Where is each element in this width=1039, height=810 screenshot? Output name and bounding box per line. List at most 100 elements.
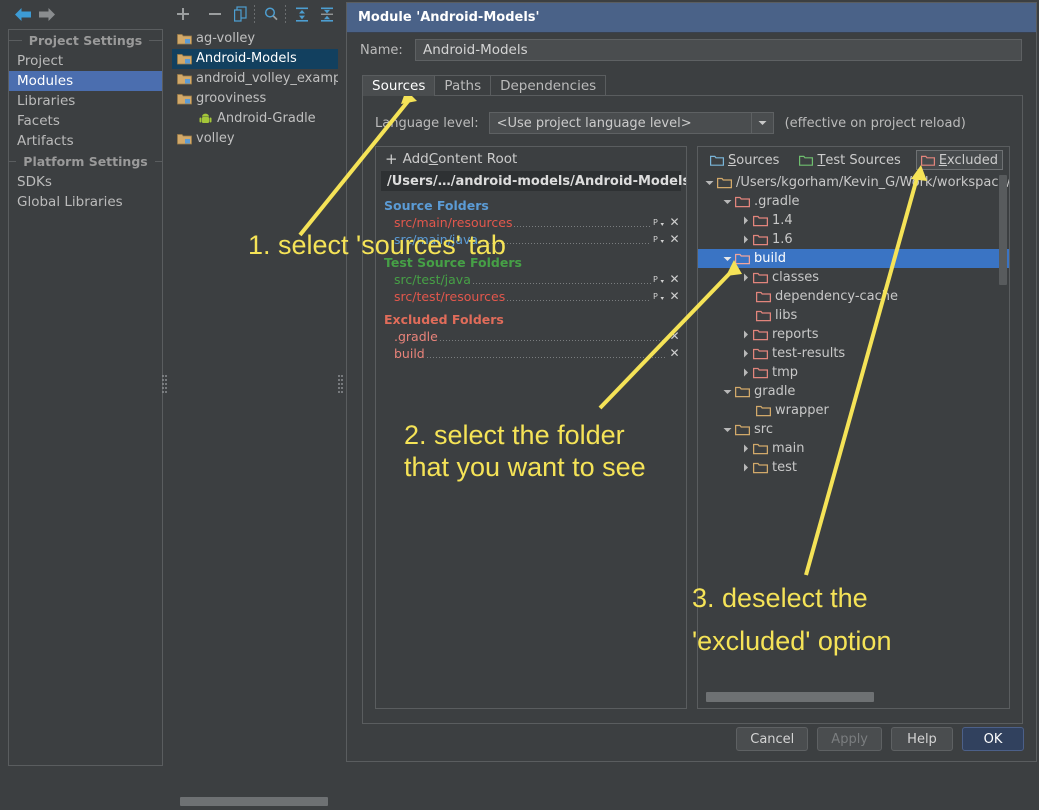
tree-node-label: test	[772, 460, 797, 475]
tree-row[interactable]: test-results	[698, 344, 1009, 363]
source-folder-row[interactable]: src/main/resources P ✕	[376, 214, 686, 231]
tree-row[interactable]: .gradle	[698, 192, 1009, 211]
twisty-right-icon[interactable]	[738, 268, 753, 287]
tree-row[interactable]: gradle	[698, 382, 1009, 401]
tree-row[interactable]: libs	[698, 306, 1009, 325]
tree-row[interactable]: 1.4	[698, 211, 1009, 230]
mark-as-excluded-button[interactable]: Excluded	[915, 150, 1004, 170]
remove-excluded-folder-icon[interactable]: ✕	[669, 347, 680, 359]
tree-row[interactable]: classes	[698, 268, 1009, 287]
forward-arrow-icon[interactable]	[38, 7, 56, 22]
module-facet-item[interactable]: Android-Gradle	[172, 109, 338, 129]
help-button[interactable]: Help	[891, 727, 953, 751]
chevron-down-icon[interactable]	[750, 113, 773, 133]
expand-all-icon[interactable]	[293, 5, 311, 23]
row-dots	[426, 357, 667, 358]
apply-button[interactable]: Apply	[817, 727, 882, 751]
module-list-item-selected[interactable]: Android-Models	[172, 49, 338, 69]
twisty-down-icon[interactable]	[720, 382, 735, 401]
twisty-down-icon[interactable]	[720, 420, 735, 439]
cancel-button[interactable]: Cancel	[736, 727, 809, 751]
modules-list[interactable]: ag-volley Android-Models android_volley_…	[172, 29, 338, 751]
sidebar-item-global-libraries[interactable]: Global Libraries	[9, 192, 162, 212]
toolbar-separator	[285, 5, 286, 23]
remove-source-folder-icon[interactable]: ✕	[669, 233, 680, 245]
language-level-combo[interactable]: <Use project language level>	[488, 112, 774, 134]
package-prefix-icon[interactable]: P	[653, 217, 666, 228]
mark-as-sources-button[interactable]: Sources	[705, 150, 784, 170]
tree-row[interactable]: main	[698, 439, 1009, 458]
plus-icon[interactable]	[174, 5, 192, 23]
package-prefix-icon[interactable]: P	[653, 291, 666, 302]
remove-excluded-folder-icon[interactable]: ✕	[669, 330, 680, 342]
module-list-item[interactable]: grooviness	[172, 89, 338, 109]
minus-icon[interactable]	[206, 5, 224, 23]
app-root: Project Settings Project Modules Librari…	[0, 0, 1039, 810]
tree-row[interactable]: 1.6	[698, 230, 1009, 249]
package-prefix-icon[interactable]: P	[653, 274, 666, 285]
sidebar-item-libraries[interactable]: Libraries	[9, 91, 162, 111]
tree-row[interactable]: /Users/kgorham/Kevin_G/Work/workspace/de…	[698, 173, 1009, 192]
copy-icon[interactable]	[231, 5, 249, 23]
modules-hscrollbar-track[interactable]	[172, 794, 338, 810]
back-arrow-icon[interactable]	[14, 7, 32, 22]
tree-row[interactable]: tmp	[698, 363, 1009, 382]
excluded-folder-row[interactable]: build ✕	[376, 345, 686, 362]
tree-row[interactable]: dependency-cache	[698, 287, 1009, 306]
tree-row-selected[interactable]: build	[698, 249, 1009, 268]
twisty-right-icon[interactable]	[738, 325, 753, 344]
remove-test-source-folder-icon[interactable]: ✕	[669, 273, 680, 285]
module-list-item[interactable]: android_volley_examples	[172, 69, 338, 89]
tree-node-label: src	[754, 422, 773, 437]
twisty-right-icon[interactable]	[738, 230, 753, 249]
tree-row[interactable]: reports	[698, 325, 1009, 344]
nav-toolbar	[0, 0, 168, 28]
test-source-folder-row[interactable]: src/test/resources P ✕	[376, 288, 686, 305]
collapse-all-icon[interactable]	[318, 5, 336, 23]
module-name: grooviness	[196, 91, 267, 106]
tree-vscrollbar-thumb[interactable]	[999, 175, 1007, 285]
sidebar-item-modules[interactable]: Modules	[9, 71, 162, 91]
package-prefix-icon[interactable]: P	[653, 234, 666, 245]
sidebar-item-project[interactable]: Project	[9, 51, 162, 71]
section-title-excluded-folders: Excluded Folders	[384, 312, 504, 327]
module-name-input[interactable]: Android-Models	[415, 39, 1022, 61]
mark-test-sources-label: est Sources	[825, 152, 901, 168]
sidebar-item-artifacts[interactable]: Artifacts	[9, 131, 162, 151]
sidebar-item-facets[interactable]: Facets	[9, 111, 162, 131]
remove-test-source-folder-icon[interactable]: ✕	[669, 290, 680, 302]
tab-paths[interactable]: Paths	[434, 75, 492, 96]
splitter-left[interactable]	[161, 373, 168, 395]
sidebar-item-sdks[interactable]: SDKs	[9, 172, 162, 192]
mark-as-test-sources-button[interactable]: Test Sources	[794, 150, 905, 170]
twisty-right-icon[interactable]	[738, 344, 753, 363]
ok-button[interactable]: OK	[962, 727, 1024, 751]
sidebar-group-platform-settings: Platform Settings	[9, 151, 162, 172]
search-icon[interactable]	[262, 5, 280, 23]
tree-row[interactable]: src	[698, 420, 1009, 439]
add-content-root-button[interactable]: + Add Content Root	[376, 147, 686, 171]
excluded-folder-name: .gradle	[394, 329, 438, 344]
module-list-item[interactable]: volley	[172, 129, 338, 149]
twisty-right-icon[interactable]	[738, 439, 753, 458]
module-list-item[interactable]: ag-volley	[172, 29, 338, 49]
group-divider-right	[149, 40, 163, 41]
tree-hscrollbar-thumb[interactable]	[706, 692, 874, 702]
splitter-right[interactable]	[337, 373, 344, 395]
source-folder-row[interactable]: src/main/java P ✕	[376, 231, 686, 248]
twisty-down-icon[interactable]	[720, 249, 735, 268]
twisty-right-icon[interactable]	[738, 458, 753, 477]
twisty-right-icon[interactable]	[738, 211, 753, 230]
excluded-folder-row[interactable]: .gradle ✕	[376, 328, 686, 345]
tree-row[interactable]: test	[698, 458, 1009, 477]
twisty-right-icon[interactable]	[738, 363, 753, 382]
tree-node-label: reports	[772, 327, 819, 342]
twisty-down-icon[interactable]	[702, 173, 717, 192]
remove-source-folder-icon[interactable]: ✕	[669, 216, 680, 228]
tab-dependencies[interactable]: Dependencies	[490, 75, 607, 96]
modules-hscrollbar-thumb[interactable]	[180, 797, 328, 806]
tab-sources[interactable]: Sources	[362, 75, 436, 96]
twisty-down-icon[interactable]	[720, 192, 735, 211]
tree-row[interactable]: wrapper	[698, 401, 1009, 420]
test-source-folder-row[interactable]: src/test/java P ✕	[376, 271, 686, 288]
